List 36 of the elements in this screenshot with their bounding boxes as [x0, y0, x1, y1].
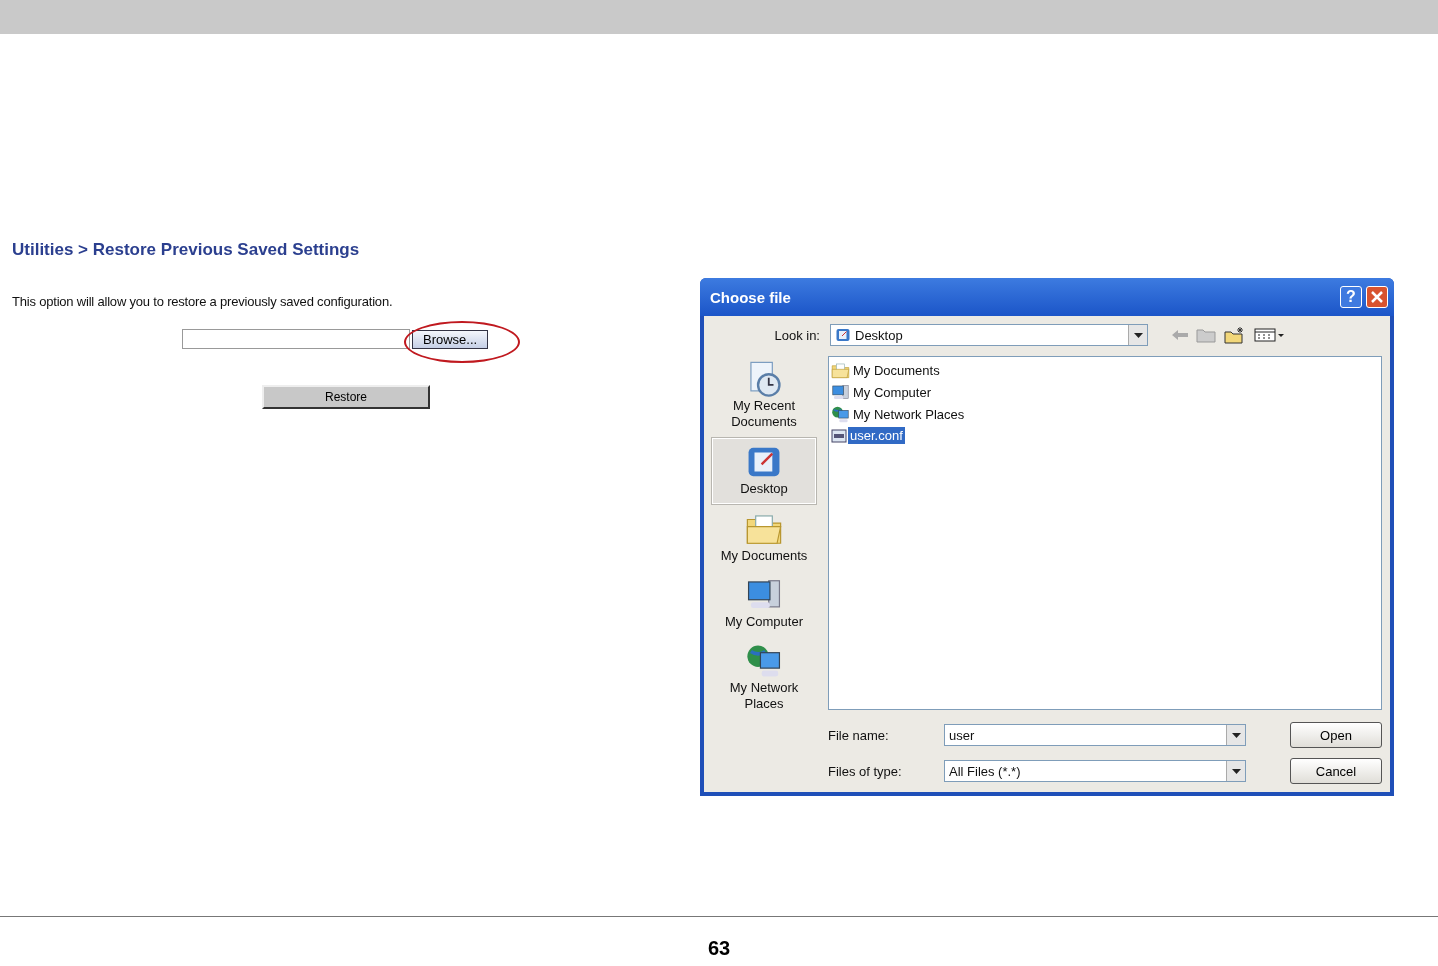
look-in-label: Look in:	[773, 327, 820, 343]
new-folder-icon[interactable]	[1224, 326, 1246, 344]
file-list-item[interactable]: My Computer	[831, 383, 934, 402]
close-icon	[1371, 291, 1383, 303]
dropdown-arrow-icon	[1231, 732, 1241, 738]
browse-button[interactable]: Browse...	[412, 329, 489, 349]
window-title: Choose file	[710, 288, 792, 306]
breadcrumb-title: Utilities > Restore Previous Saved Settings	[12, 240, 361, 260]
places-bar-item[interactable]: My Network Places	[712, 638, 816, 718]
cancel-button[interactable]: Cancel	[1290, 758, 1382, 784]
help-button[interactable]: ?	[1340, 286, 1362, 308]
file-name-field[interactable]: user	[944, 724, 1246, 746]
places-bar-item[interactable]: My Computer	[712, 572, 816, 636]
view-menu-icon[interactable]	[1254, 328, 1284, 342]
open-button[interactable]: Open	[1290, 722, 1382, 748]
dropdown-arrow-icon	[1133, 332, 1143, 338]
file-list-item[interactable]: My Network Places	[831, 405, 967, 424]
file-type-label: Files of type:	[828, 763, 903, 779]
file-path-field[interactable]	[182, 329, 410, 349]
desktop-icon	[835, 327, 851, 343]
file-type-dropdown[interactable]: All Files (*.*)	[944, 760, 1246, 782]
restore-button[interactable]: Restore	[262, 385, 430, 409]
places-bar-item[interactable]: My Documents	[712, 506, 816, 570]
folder-icon	[831, 361, 850, 380]
network-computer-icon	[831, 405, 850, 424]
places-bar-item[interactable]: My Recent Documents	[712, 356, 816, 436]
page-number: 63	[707, 937, 731, 960]
close-button[interactable]	[1366, 286, 1388, 308]
look-in-dropdown[interactable]: Desktop	[830, 324, 1148, 346]
description-text: This option will allow you to restore a previously saved configuration.	[12, 294, 394, 309]
dropdown-arrow-icon	[1231, 768, 1241, 774]
places-bar-item[interactable]: Desktop	[712, 438, 816, 504]
computer-icon	[831, 383, 850, 402]
file-icon	[831, 427, 847, 444]
file-list-item[interactable]: My Documents	[831, 361, 942, 380]
file-name-label: File name:	[828, 727, 890, 743]
